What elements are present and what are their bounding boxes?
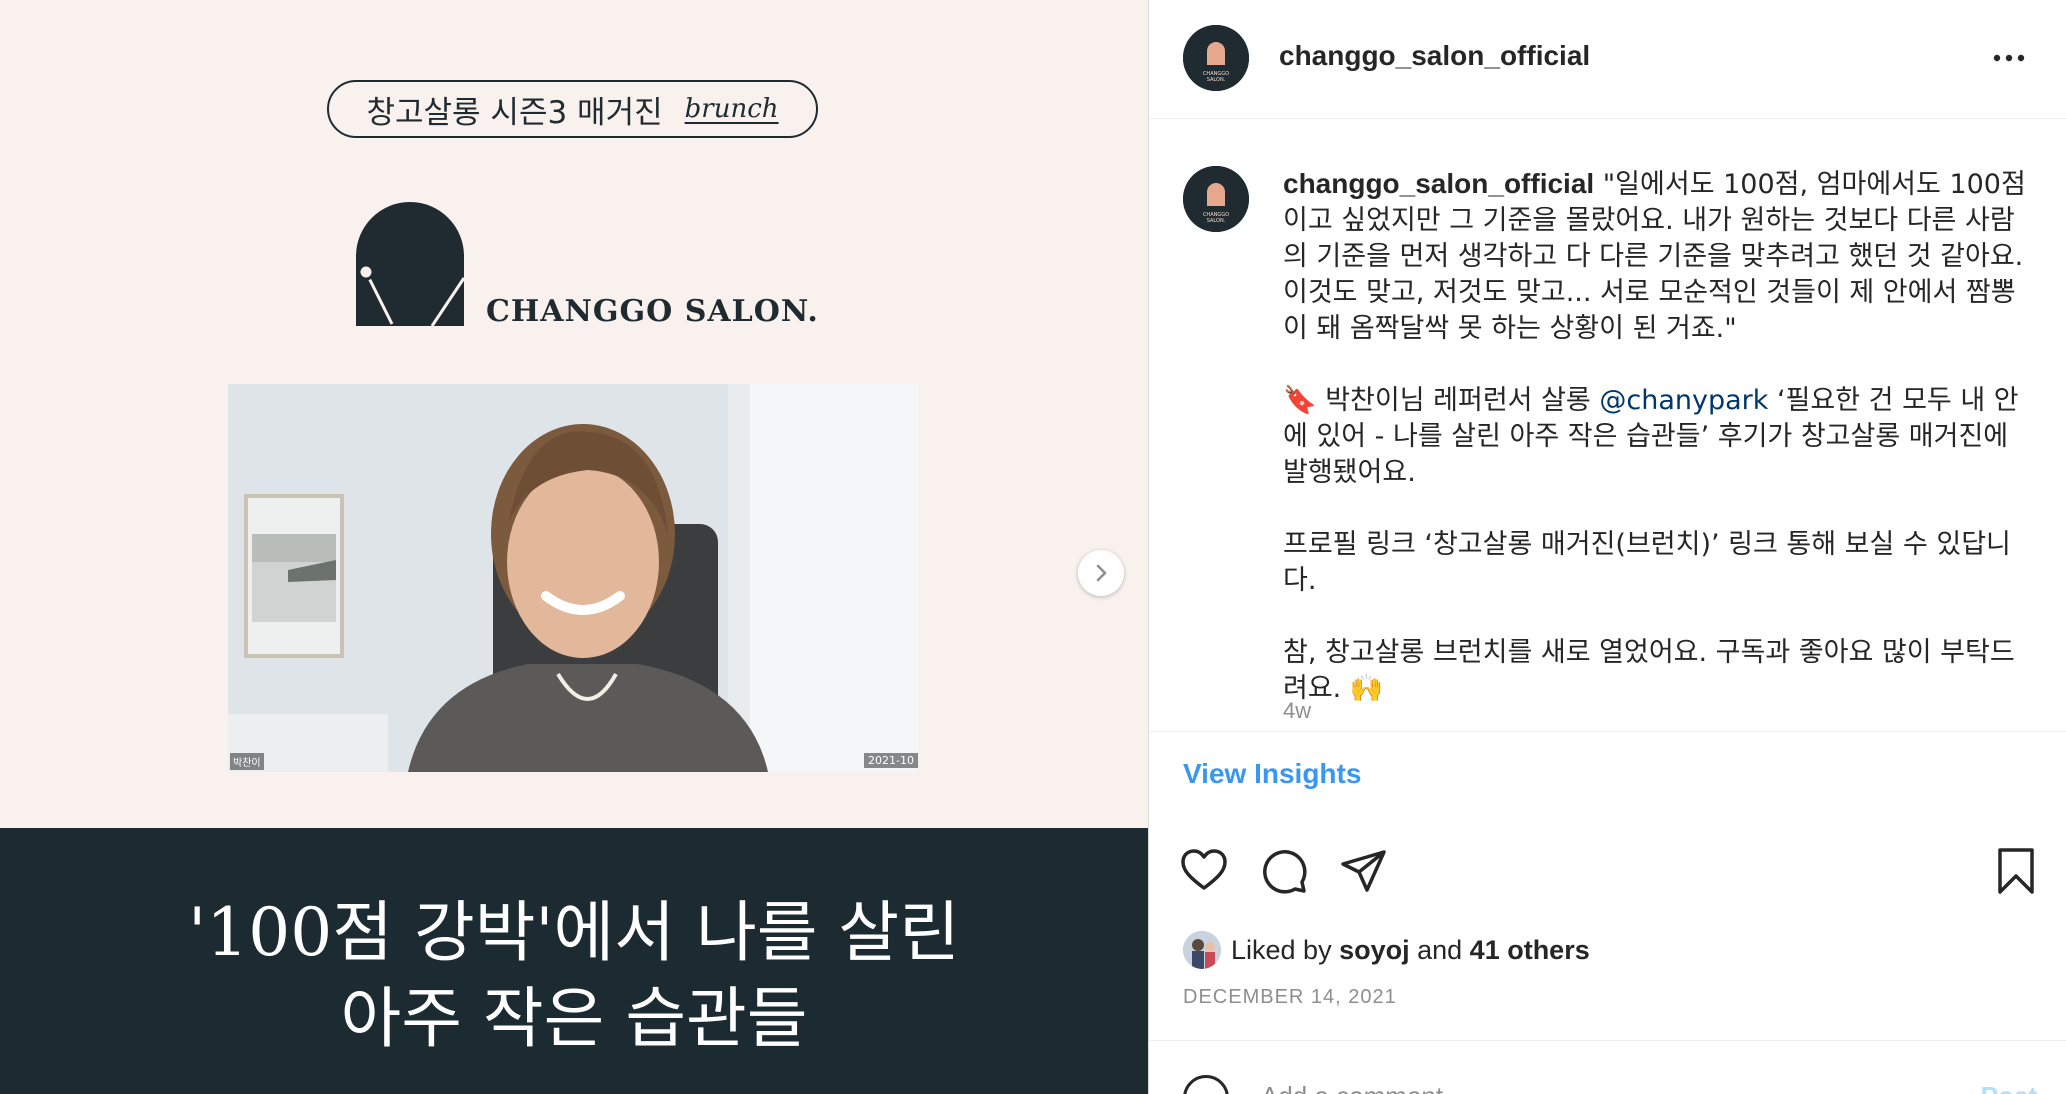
comment-input[interactable]: [1261, 1081, 1861, 1094]
caption-paragraph-2: 🔖 박찬이님 레퍼런서 살롱 @chanypark ‘필요한 건 모두 내 안에…: [1283, 383, 2033, 491]
more-horizontal-icon[interactable]: [1989, 44, 2029, 72]
caption-paragraph-4: 참, 창고살롱 브런치를 새로 열었어요. 구독과 좋아요 많이 부탁드려요. …: [1283, 637, 2015, 704]
liker-username[interactable]: soyoj: [1339, 935, 1410, 966]
account-avatar[interactable]: CHANGGO SALON.: [1183, 25, 1249, 91]
comment-bar: Post: [1149, 1040, 2066, 1094]
post-date[interactable]: DECEMBER 14, 2021: [1183, 986, 1397, 1009]
caption-paragraph-3: 프로필 링크 ‘창고살롱 매거진(브런치)’ 링크 통해 보실 수 있답니다.: [1283, 529, 2011, 596]
view-insights-link[interactable]: View Insights: [1183, 758, 1361, 790]
chevron-right-icon: [1096, 564, 1107, 582]
photo-illustration: [228, 384, 918, 772]
caption-avatar[interactable]: CHANGGO SALON.: [1183, 166, 1249, 232]
video-call-photo: 박찬이 2021-10: [228, 384, 918, 772]
changgo-salon-logo: CHANGGO SALON.: [352, 198, 818, 329]
post-headline: '100점 강박'에서 나를 살린 아주 작은 습관들: [0, 890, 1148, 1062]
post-sidebar: CHANGGO SALON. changgo_salon_official CH…: [1148, 0, 2066, 1094]
bookmark-emoji-icon: 🔖: [1283, 385, 1317, 416]
emoji-icon[interactable]: [1183, 1075, 1229, 1094]
magazine-label: 창고살롱 시즌3 매거진: [366, 94, 663, 131]
post-comment-button[interactable]: Post: [1981, 1081, 2037, 1094]
post-header: CHANGGO SALON. changgo_salon_official: [1149, 0, 2066, 119]
video-name-tag: 박찬이: [230, 753, 264, 770]
header-username[interactable]: changgo_salon_official: [1279, 40, 1590, 72]
headline-line-1: '100점 강박'에서 나를 살린: [188, 894, 960, 971]
caption-text: 박찬이님 레퍼런서 살롱: [1316, 385, 1600, 416]
heart-icon[interactable]: [1179, 846, 1229, 896]
avatar-logo-icon: CHANGGO SALON.: [1183, 25, 1249, 91]
caption-paragraph-1: changgo_salon_official "일에서도 100점, 엄마에서도…: [1283, 166, 2033, 347]
magazine-badge: 창고살롱 시즌3 매거진 brunch: [327, 80, 818, 138]
comment-icon[interactable]: [1259, 846, 1309, 896]
likes-prefix: Liked by: [1231, 934, 1340, 965]
post-caption: changgo_salon_official "일에서도 100점, 엄마에서도…: [1283, 166, 2033, 707]
svg-text:SALON.: SALON.: [1207, 218, 1226, 224]
logo-arch-icon: [356, 202, 466, 327]
avatar-logo-icon: CHANGGO SALON.: [1183, 166, 1249, 232]
send-icon[interactable]: [1339, 846, 1389, 896]
video-date-tag: 2021-10: [864, 753, 918, 768]
liker-avatar[interactable]: [1183, 931, 1221, 969]
action-bar: [1149, 840, 2066, 900]
likes-summary[interactable]: Liked by soyoj and 41 others: [1183, 928, 1590, 972]
bookmark-icon[interactable]: [1991, 846, 2041, 896]
post-age[interactable]: 4w: [1283, 698, 1311, 724]
mention-link[interactable]: @chanypark: [1599, 385, 1768, 416]
logo-text: CHANGGO SALON.: [486, 294, 819, 329]
svg-text:SALON.: SALON.: [1207, 77, 1226, 83]
user-avatar-icon: [1183, 931, 1221, 969]
caption-section: CHANGGO SALON. changgo_salon_official "일…: [1149, 120, 2066, 732]
headline-line-2: 아주 작은 습관들: [340, 980, 808, 1057]
next-image-button[interactable]: [1078, 550, 1124, 596]
post-image[interactable]: 창고살롱 시즌3 매거진 brunch CHANGGO SALON. 박찬이 2…: [0, 0, 1148, 1094]
likes-middle: and: [1409, 934, 1470, 965]
brunch-label: brunch: [684, 94, 779, 124]
caption-username[interactable]: changgo_salon_official: [1283, 168, 1594, 199]
likes-others-link[interactable]: 41 others: [1470, 935, 1590, 966]
